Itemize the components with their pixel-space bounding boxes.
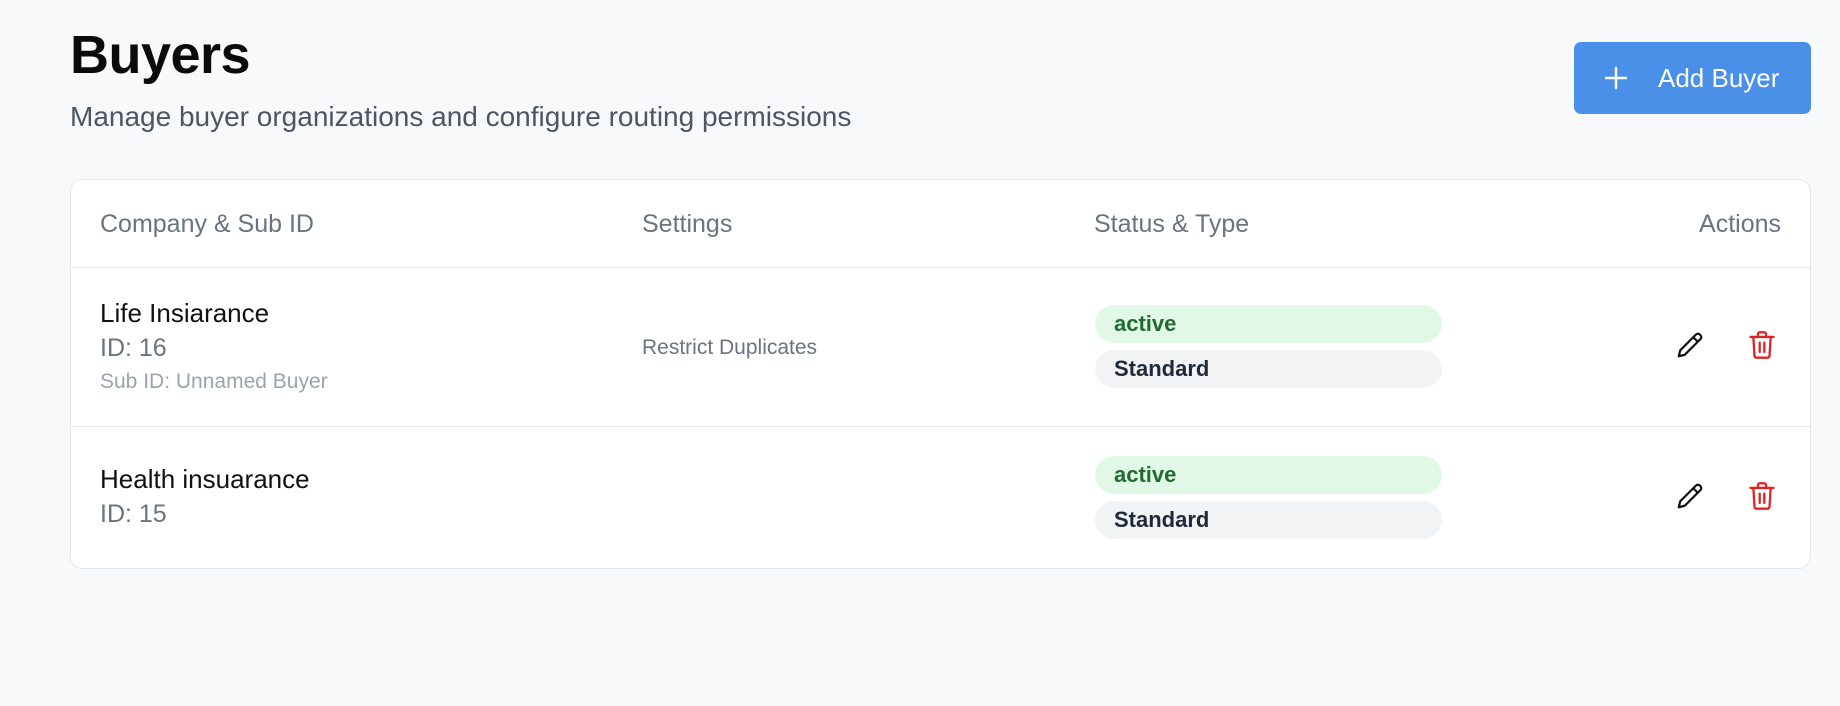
pencil-icon xyxy=(1675,481,1705,516)
trash-icon xyxy=(1748,330,1776,365)
column-header-status: Status & Type xyxy=(1094,210,1250,238)
column-header-company: Company & Sub ID xyxy=(100,210,314,238)
status-cell: active Standard xyxy=(1095,305,1442,388)
company-name: Life Insiarance xyxy=(100,298,270,328)
page-title: Buyers xyxy=(70,25,251,85)
pencil-icon xyxy=(1675,330,1705,365)
page-header: Buyers Manage buyer organizations and co… xyxy=(70,22,851,134)
edit-button[interactable] xyxy=(1670,478,1710,518)
status-badge: active xyxy=(1095,305,1442,343)
trash-icon xyxy=(1748,481,1776,516)
status-badge: active xyxy=(1095,456,1442,494)
type-badge: Standard xyxy=(1095,501,1442,539)
table-header: Company & Sub ID Settings Status & Type … xyxy=(71,180,1810,268)
type-badge: Standard xyxy=(1095,350,1442,388)
edit-button[interactable] xyxy=(1670,327,1710,367)
add-buyer-label: Add Buyer xyxy=(1658,62,1780,93)
plus-icon xyxy=(1604,66,1628,90)
settings-cell: Restrict Duplicates xyxy=(642,336,818,359)
column-header-actions: Actions xyxy=(1699,210,1781,238)
company-sub-id: Sub ID: Unnamed Buyer xyxy=(100,370,328,393)
buyers-table: Company & Sub ID Settings Status & Type … xyxy=(70,179,1811,569)
company-cell: Health insuarance ID: 15 xyxy=(100,463,310,529)
page-subtitle: Manage buyer organizations and configure… xyxy=(70,101,852,132)
company-id: ID: 15 xyxy=(100,500,167,528)
add-buyer-button[interactable]: Add Buyer xyxy=(1574,42,1811,114)
column-header-settings: Settings xyxy=(642,210,733,238)
company-id: ID: 16 xyxy=(100,334,167,362)
delete-button[interactable] xyxy=(1742,327,1782,367)
company-name: Health insuarance xyxy=(100,464,310,494)
table-row: Life Insiarance ID: 16 Sub ID: Unnamed B… xyxy=(71,268,1810,427)
delete-button[interactable] xyxy=(1742,478,1782,518)
status-cell: active Standard xyxy=(1095,456,1442,539)
table-row: Health insuarance ID: 15 active Standard xyxy=(71,427,1810,568)
company-cell: Life Insiarance ID: 16 Sub ID: Unnamed B… xyxy=(100,297,328,395)
